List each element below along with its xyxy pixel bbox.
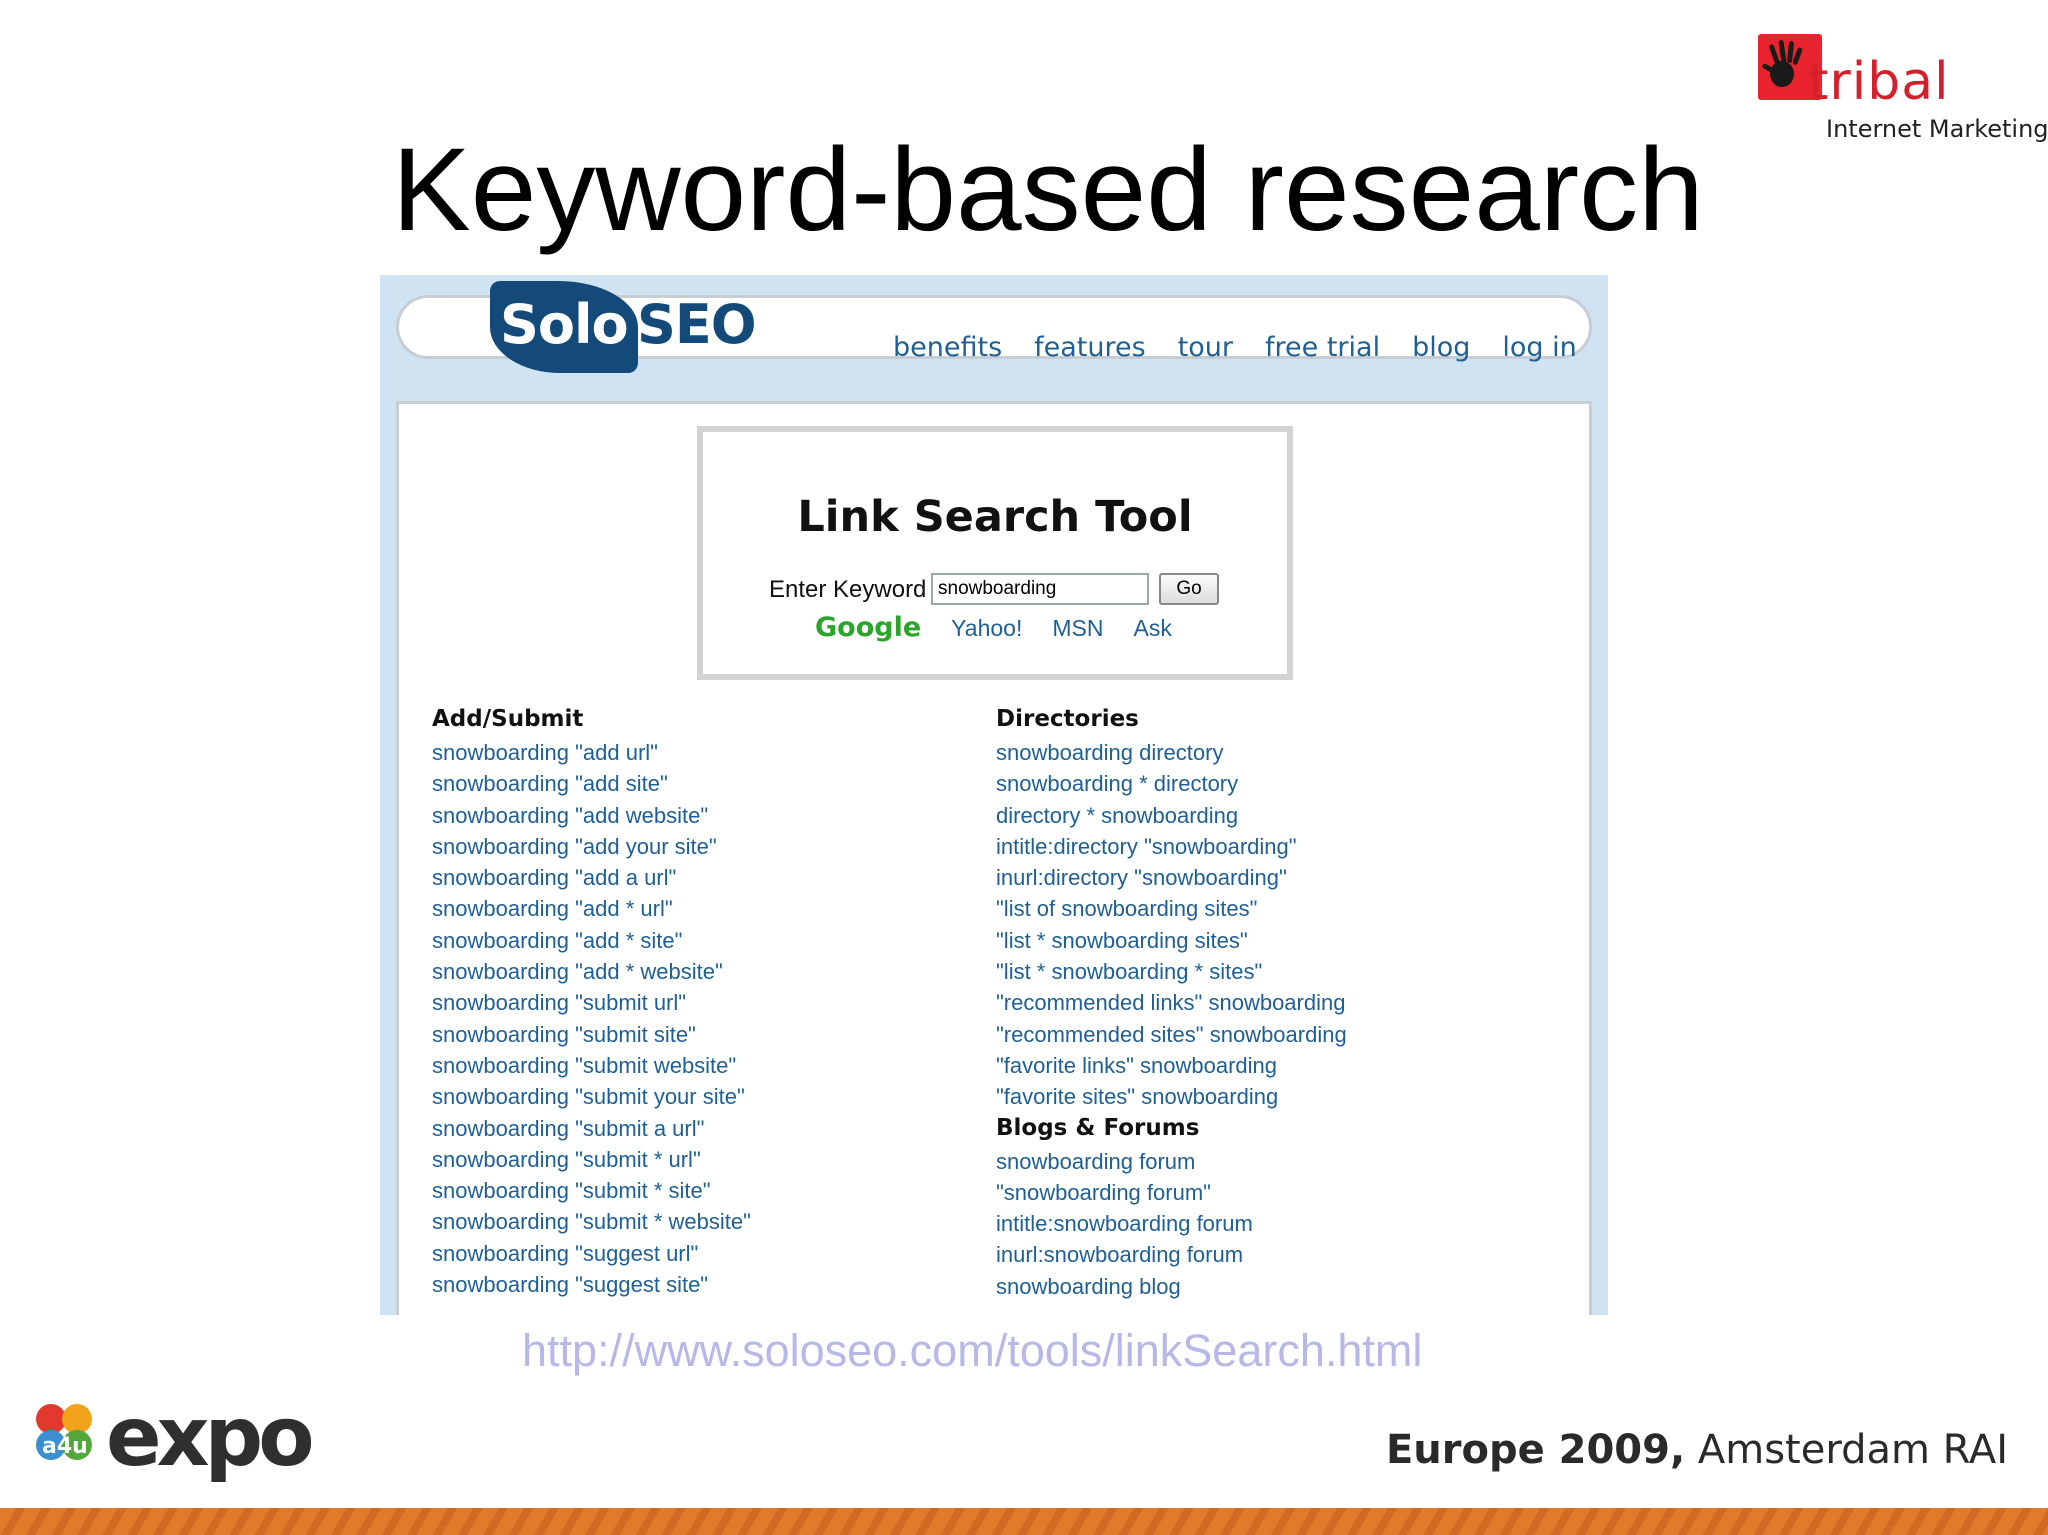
blogs-forums-heading: Blogs & Forums [996, 1114, 1200, 1141]
nav-blog[interactable]: blog [1412, 331, 1470, 365]
engine-selector: Google Yahoo! MSN Ask [815, 612, 1172, 643]
add-submit-query-link[interactable]: snowboarding "add * url" [432, 893, 751, 924]
add-submit-query-link[interactable]: snowboarding "submit * site" [432, 1175, 751, 1206]
engine-google[interactable]: Google [815, 612, 921, 643]
add-submit-query-link[interactable]: snowboarding "add * site" [432, 925, 751, 956]
engine-yahoo[interactable]: Yahoo! [951, 615, 1022, 642]
add-submit-heading: Add/Submit [432, 706, 584, 732]
directory-query-link[interactable]: "recommended sites" snowboarding [996, 1019, 1347, 1050]
add-submit-column: Add/Submit snowboarding "add url" snowboa… [432, 704, 751, 1300]
nav-log-in[interactable]: log in [1502, 331, 1576, 365]
soloseo-logo-seo[interactable]: SEO [637, 293, 757, 357]
nav-features[interactable]: features [1034, 331, 1146, 365]
directory-query-link[interactable]: inurl:directory "snowboarding" [996, 862, 1347, 893]
add-submit-query-link[interactable]: snowboarding "add * website" [432, 956, 751, 987]
soloseo-logo-solo[interactable]: Solo [500, 293, 629, 357]
blog-forum-query-link[interactable]: inurl:snowboarding forum [996, 1239, 1347, 1270]
directory-query-link[interactable]: directory * snowboarding [996, 800, 1347, 831]
content-panel: Link Search Tool Enter Keyword Go Google… [396, 401, 1592, 1315]
link-search-tool: Link Search Tool Enter Keyword Go Google… [697, 426, 1293, 680]
blog-forum-query-link[interactable]: snowboarding blog [996, 1271, 1347, 1302]
keyword-label: Enter Keyword [769, 576, 927, 603]
expo-wordmark: expo [106, 1390, 315, 1485]
engine-msn[interactable]: MSN [1052, 615, 1103, 642]
footer-band [0, 1508, 2048, 1535]
directories-heading: Directories [996, 706, 1139, 732]
tribal-logo: tribal Internet Marketing [1758, 34, 2048, 144]
tribal-wordmark: tribal [1808, 52, 1950, 112]
add-submit-query-link[interactable]: snowboarding "add your site" [432, 831, 751, 862]
engine-ask[interactable]: Ask [1133, 615, 1171, 642]
add-submit-query-link[interactable]: snowboarding "submit a url" [432, 1113, 751, 1144]
go-button[interactable]: Go [1159, 573, 1219, 605]
directories-list: snowboarding directory snowboarding * dir… [996, 737, 1347, 1113]
event-name: Europe 2009, [1385, 1427, 1686, 1473]
directory-query-link[interactable]: snowboarding directory [996, 737, 1347, 768]
event-location: Amsterdam RAI [1685, 1427, 2008, 1473]
add-submit-query-link[interactable]: snowboarding "submit * url" [432, 1144, 751, 1175]
blog-forum-query-link[interactable]: intitle:snowboarding forum [996, 1208, 1347, 1239]
keyword-input[interactable] [931, 573, 1149, 605]
add-submit-query-link[interactable]: snowboarding "submit website" [432, 1050, 751, 1081]
nav-tour[interactable]: tour [1178, 331, 1233, 365]
add-submit-list: snowboarding "add url" snowboarding "add … [432, 737, 751, 1300]
add-submit-query-link[interactable]: snowboarding "suggest site" [432, 1269, 751, 1300]
website-screenshot: benefits features tour free trial blog l… [380, 275, 1608, 1315]
add-submit-query-link[interactable]: snowboarding "submit site" [432, 1019, 751, 1050]
directory-query-link[interactable]: "list of snowboarding sites" [996, 893, 1347, 924]
add-submit-query-link[interactable]: snowboarding "suggest url" [432, 1238, 751, 1269]
source-url[interactable]: http://www.soloseo.com/tools/linkSearch.… [522, 1325, 1422, 1377]
add-submit-query-link[interactable]: snowboarding "add a url" [432, 862, 751, 893]
add-submit-query-link[interactable]: snowboarding "add site" [432, 768, 751, 799]
tool-title: Link Search Tool [797, 492, 1193, 542]
blog-forum-query-link[interactable]: snowboarding forum [996, 1146, 1347, 1177]
add-submit-query-link[interactable]: snowboarding "add url" [432, 737, 751, 768]
directory-query-link[interactable]: "recommended links" snowboarding [996, 987, 1347, 1018]
nav-free-trial[interactable]: free trial [1265, 331, 1380, 365]
directory-query-link[interactable]: snowboarding * directory [996, 768, 1347, 799]
event-caption: Europe 2009, Amsterdam RAI [1386, 1425, 2008, 1475]
blog-forum-query-link[interactable]: "snowboarding forum" [996, 1177, 1347, 1208]
add-submit-query-link[interactable]: snowboarding "submit your site" [432, 1081, 751, 1112]
add-submit-query-link[interactable]: snowboarding "submit * website" [432, 1206, 751, 1237]
directory-query-link[interactable]: "list * snowboarding * sites" [996, 956, 1347, 987]
directory-query-link[interactable]: intitle:directory "snowboarding" [996, 831, 1347, 862]
site-nav-links: benefits features tour free trial blog l… [893, 331, 1577, 365]
directory-query-link[interactable]: "list * snowboarding sites" [996, 925, 1347, 956]
directory-query-link[interactable]: "favorite links" snowboarding [996, 1050, 1347, 1081]
add-submit-query-link[interactable]: snowboarding "submit url" [432, 987, 751, 1018]
add-submit-query-link[interactable]: snowboarding "add website" [432, 800, 751, 831]
tribal-tagline: Internet Marketing [1826, 115, 2048, 143]
nav-benefits[interactable]: benefits [893, 331, 1002, 365]
directory-query-link[interactable]: "favorite sites" snowboarding [996, 1081, 1347, 1112]
blogs-forums-list: snowboarding forum "snowboarding forum" in… [996, 1146, 1347, 1302]
slide-title: Keyword-based research [392, 124, 1704, 256]
expo-badge: a4u [42, 1434, 88, 1459]
right-column: Directories snowboarding directory snowbo… [996, 704, 1347, 1302]
a4u-expo-logo: a4u expo [36, 1390, 316, 1494]
